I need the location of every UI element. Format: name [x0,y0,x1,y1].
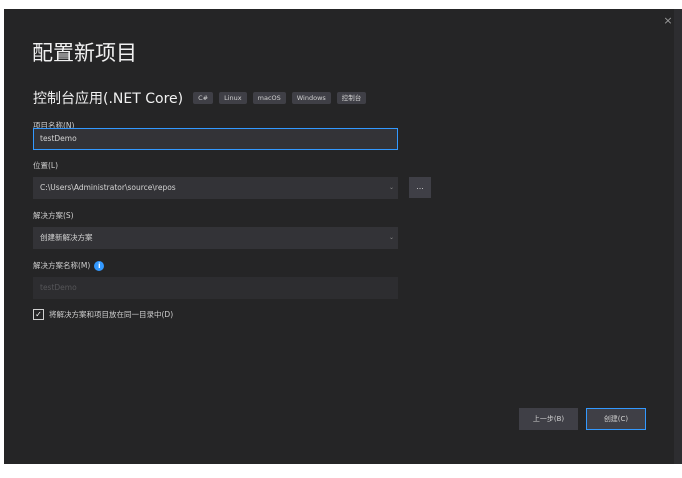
close-icon[interactable]: × [661,14,675,28]
tag-linux: Linux [219,92,247,104]
location-label: 位置(L) [33,161,59,170]
tag-console: 控制台 [336,92,367,104]
solution-value: 创建新解决方案 [40,233,93,242]
background-window-edge [674,9,682,464]
back-button[interactable]: 上一步(B) [519,408,578,430]
solution-name-input[interactable]: testDemo [33,277,398,299]
location-value: C:\Users\Administrator\source\repos [40,183,176,192]
create-button[interactable]: 创建(C) [586,408,646,430]
project-name-input[interactable]: testDemo [33,128,398,150]
solution-label: 解决方案(S) [33,211,74,220]
same-directory-checkbox[interactable]: ✓ [33,309,44,320]
browse-button[interactable]: ... [409,177,431,198]
same-directory-option[interactable]: ✓ 将解决方案和项目放在同一目录中(D) [33,309,173,320]
tag-macos: macOS [252,92,286,104]
chevron-down-icon[interactable]: ⌄ [389,227,394,249]
page-title: 配置新项目 [32,41,137,65]
solution-name-label-text: 解决方案名称(M) [33,261,91,270]
template-info: 控制台应用(.NET Core) C# Linux macOS Windows … [33,88,372,108]
solution-name-label: 解决方案名称(M) i [33,260,105,271]
solution-name-placeholder: testDemo [40,283,77,292]
same-directory-label: 将解决方案和项目放在同一目录中(D) [49,310,174,319]
info-icon[interactable]: i [94,261,105,271]
configure-project-dialog: × 配置新项目 控制台应用(.NET Core) C# Linux macOS … [4,9,678,464]
template-name: 控制台应用(.NET Core) [33,91,184,107]
tag-windows: Windows [291,92,331,104]
chevron-down-icon[interactable]: ⌄ [389,177,394,199]
solution-combobox[interactable]: 创建新解决方案 ⌄ [33,227,398,249]
location-combobox[interactable]: C:\Users\Administrator\source\repos ⌄ [33,177,398,199]
tag-language: C# [193,92,214,104]
project-name-value: testDemo [40,134,77,143]
